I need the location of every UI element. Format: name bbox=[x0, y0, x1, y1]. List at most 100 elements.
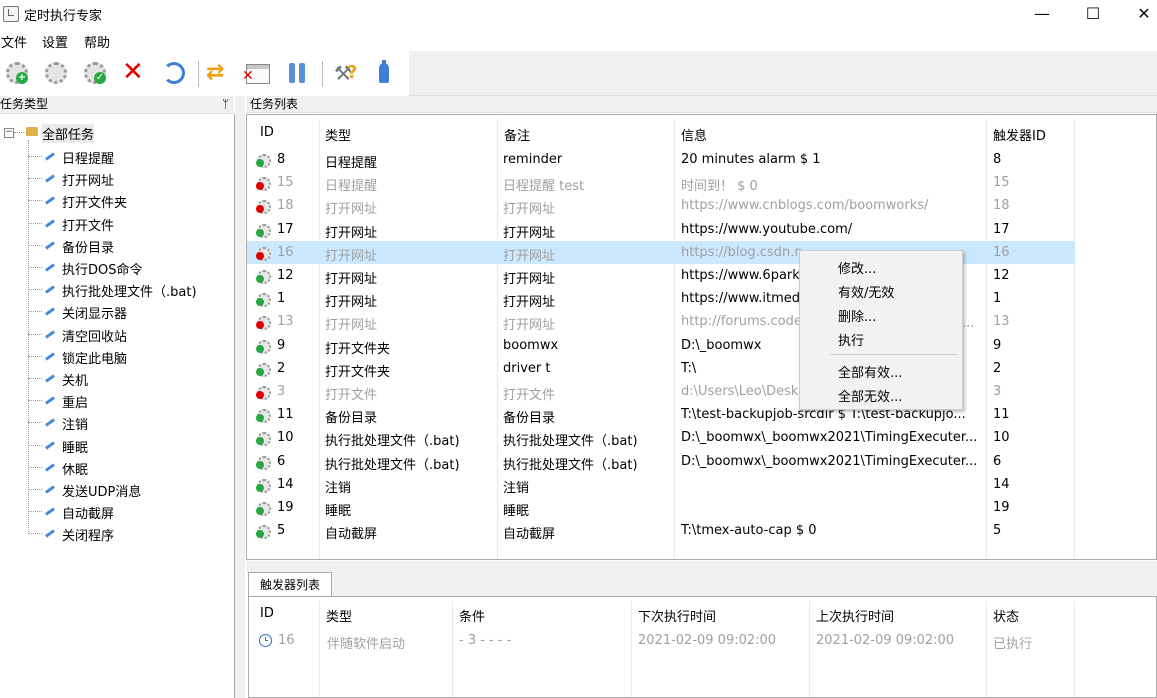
task-row[interactable]: 10 执行批处理文件（.bat) 执行批处理文件（.bat) D:\_boomwx\_… bbox=[247, 426, 1075, 449]
task-note: 自动截屏 bbox=[503, 527, 556, 543]
pencil-icon bbox=[44, 218, 56, 230]
task-trigger: 12 bbox=[993, 268, 1010, 283]
toolbar-background bbox=[409, 51, 1157, 96]
pin-icon[interactable]: ᛘ bbox=[222, 96, 229, 113]
task-trigger: 16 bbox=[993, 244, 1010, 260]
task-trigger: 9 bbox=[993, 337, 1002, 353]
task-trigger: 13 bbox=[993, 314, 1010, 330]
task-row[interactable]: 15 日程提醒 日程提醒 test 时间到！ $ 0 15 bbox=[247, 171, 1075, 194]
tree-root-all-tasks[interactable]: − 全部任务 bbox=[4, 124, 224, 143]
col-header-note[interactable]: 备注 bbox=[504, 125, 530, 144]
close-button[interactable]: ✕ bbox=[1121, 0, 1157, 28]
stop-window-icon[interactable]: ✕ bbox=[242, 59, 272, 87]
tree-item[interactable]: 日程提醒 bbox=[0, 146, 234, 168]
tree-item-label: 休眠 bbox=[62, 462, 89, 478]
pane-splitter[interactable] bbox=[235, 96, 245, 698]
pane-splitter-horizontal[interactable] bbox=[246, 561, 1157, 572]
tree-item[interactable]: 打开网址 bbox=[0, 168, 234, 190]
tree-item[interactable]: 打开文件夹 bbox=[0, 190, 234, 212]
trigger-row[interactable]: 16 伴随软件启动 - 3 - - - - 2021-02-09 09:02:0… bbox=[249, 629, 1075, 652]
tree-item-label: 注销 bbox=[62, 418, 89, 434]
toggle-enable-icon[interactable]: ⇄ bbox=[205, 59, 233, 87]
toolbar-separator bbox=[198, 61, 199, 87]
task-row[interactable]: 19 睡眠 睡眠 19 bbox=[247, 496, 1075, 519]
tree-guide-line bbox=[28, 378, 42, 379]
enable-task-gear-icon[interactable]: ✓ bbox=[81, 59, 109, 87]
tools-icon[interactable]: ⚒? bbox=[330, 59, 358, 87]
task-row[interactable]: 18 打开网址 打开网址 https://www.cnblogs.com/boomwo… bbox=[247, 194, 1075, 217]
task-trigger: 5 bbox=[993, 523, 1002, 539]
tree-item[interactable]: 打开文件 bbox=[0, 213, 234, 235]
tree-item[interactable]: 备份目录 bbox=[0, 235, 234, 257]
task-list-panel-header: 任务列表 bbox=[246, 96, 1157, 113]
tree-guide-line bbox=[28, 178, 42, 180]
tree-item-label: 清空回收站 bbox=[62, 329, 128, 345]
task-note: 打开网址 bbox=[503, 295, 556, 311]
task-row[interactable]: 14 注销 注销 14 bbox=[247, 473, 1075, 496]
ctx-toggle-enabled[interactable]: 有效/无效 bbox=[838, 282, 894, 301]
maximize-button[interactable]: ☐ bbox=[1070, 0, 1116, 28]
add-task-gear-icon[interactable]: + bbox=[3, 59, 31, 87]
tree-item-label: 打开文件 bbox=[62, 218, 115, 234]
tree-item[interactable]: 关闭显示器 bbox=[0, 301, 234, 323]
trigger-type: 伴随软件启动 bbox=[327, 637, 406, 652]
bottle-icon[interactable] bbox=[370, 59, 398, 87]
trig-col-status[interactable]: 状态 bbox=[993, 606, 1019, 625]
trig-col-next-time[interactable]: 下次执行时间 bbox=[638, 606, 716, 625]
enabled-badge-icon bbox=[256, 228, 264, 237]
task-note: 备份目录 bbox=[503, 411, 556, 427]
trig-col-last-time[interactable]: 上次执行时间 bbox=[816, 606, 894, 625]
task-row[interactable]: 5 自动截屏 自动截屏 T:\tmex-auto-cap $ 0 5 bbox=[247, 519, 1075, 542]
tree-item[interactable]: 自动截屏 bbox=[0, 501, 234, 523]
menu-settings[interactable]: 设置 bbox=[42, 32, 68, 51]
trigger-next-time: 2021-02-09 09:02:00 bbox=[638, 633, 777, 648]
app-clock-icon bbox=[3, 6, 19, 22]
task-note: 睡眠 bbox=[503, 504, 530, 519]
disabled-badge-icon bbox=[256, 391, 264, 399]
tree-item[interactable]: 关闭程序 bbox=[0, 523, 234, 545]
menu-file[interactable]: 文件 bbox=[1, 32, 27, 51]
tree-item[interactable]: 睡眠 bbox=[0, 435, 234, 457]
pause-icon[interactable] bbox=[284, 59, 312, 87]
tree-item[interactable]: 执行批处理文件（.bat) bbox=[0, 279, 234, 301]
tree-item[interactable]: 清空回收站 bbox=[0, 324, 234, 346]
tree-item[interactable]: 发送UDP消息 bbox=[0, 479, 234, 501]
enabled-badge-icon bbox=[256, 483, 264, 492]
edit-task-gear-icon[interactable] bbox=[42, 59, 70, 87]
minimize-button[interactable]: — bbox=[1019, 0, 1065, 28]
task-row[interactable]: 6 执行批处理文件（.bat) 执行批处理文件（.bat) D:\_boomwx\_b… bbox=[247, 450, 1075, 473]
task-row[interactable]: 17 打开网址 打开网址 https://www.youtube.com/17 bbox=[247, 218, 1075, 241]
tree-item[interactable]: 注销 bbox=[0, 412, 234, 434]
trig-col-type[interactable]: 类型 bbox=[326, 606, 352, 625]
ctx-disable-all[interactable]: 全部无效... bbox=[838, 386, 902, 405]
tree-item[interactable]: 执行DOS命令 bbox=[0, 257, 234, 279]
ctx-separator bbox=[830, 354, 958, 355]
trig-col-condition[interactable]: 条件 bbox=[459, 606, 485, 625]
ctx-enable-all[interactable]: 全部有效... bbox=[838, 362, 902, 381]
pencil-icon bbox=[44, 284, 56, 296]
ctx-execute[interactable]: 执行 bbox=[838, 330, 864, 349]
col-header-type[interactable]: 类型 bbox=[325, 125, 351, 144]
task-type: 日程提醒 bbox=[325, 156, 378, 171]
tree-collapse-icon[interactable]: − bbox=[4, 128, 14, 138]
tree-item[interactable]: 锁定此电脑 bbox=[0, 346, 234, 368]
menu-help[interactable]: 帮助 bbox=[84, 32, 110, 51]
trig-col-id[interactable]: ID bbox=[260, 606, 274, 621]
context-menu: 修改... 有效/无效 删除... 执行 全部有效... 全部无效... bbox=[799, 250, 963, 410]
delete-icon[interactable]: ✕ bbox=[120, 58, 148, 87]
tree-guide-line bbox=[28, 311, 42, 313]
ctx-delete[interactable]: 删除... bbox=[838, 306, 876, 325]
col-header-trigger-id[interactable]: 触发器ID bbox=[993, 125, 1046, 144]
tab-trigger-list[interactable]: 触发器列表 bbox=[248, 572, 332, 597]
tree-item[interactable]: 休眠 bbox=[0, 457, 234, 479]
col-header-id[interactable]: ID bbox=[260, 125, 274, 140]
tree-guide-line bbox=[28, 244, 42, 246]
tree-item[interactable]: 重启 bbox=[0, 390, 234, 412]
menu-bar: 文件 设置 帮助 bbox=[0, 30, 1157, 51]
tree-item-label: 锁定此电脑 bbox=[62, 351, 128, 367]
refresh-icon[interactable] bbox=[160, 59, 188, 87]
task-row[interactable]: 8 日程提醒 reminder 20 minutes alarm $ 1 8 bbox=[247, 148, 1075, 171]
ctx-edit[interactable]: 修改... bbox=[838, 258, 876, 277]
col-header-info[interactable]: 信息 bbox=[681, 125, 707, 144]
tree-item[interactable]: 关机 bbox=[0, 368, 234, 390]
